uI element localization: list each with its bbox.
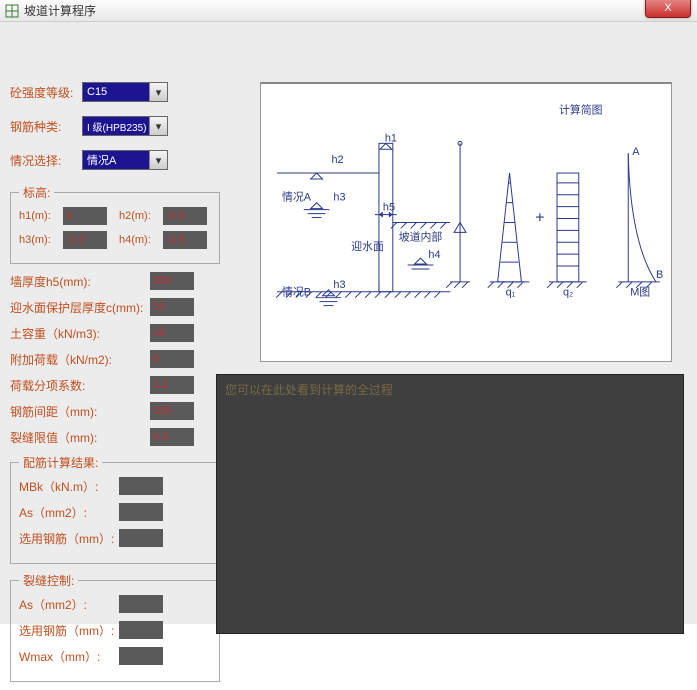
h4-label: h4(m): <box>119 234 159 246</box>
app-icon <box>4 3 20 19</box>
svg-text:迎水面: 迎水面 <box>351 240 384 253</box>
svg-text:h3: h3 <box>333 192 345 204</box>
calculation-diagram: 计算简图 h2 情况A h3 情况B h3 h1 <box>260 82 672 362</box>
addl-input[interactable]: 0 <box>150 350 194 368</box>
h1-label: h1(m): <box>19 210 59 222</box>
concrete-value: C15 <box>87 86 107 98</box>
factor-label: 荷载分项系数: <box>10 377 150 394</box>
diagram-title: 计算简图 <box>559 103 603 117</box>
h3-input[interactable]: -1.0 <box>63 231 107 249</box>
case-select[interactable]: 情况A ▾ <box>82 150 168 170</box>
svg-text:h2: h2 <box>331 154 343 166</box>
content-area: 砼强度等级: C15 ▾ 钢筋种类: I 级(HPB235) ▾ 情况选择: 情… <box>0 22 697 624</box>
crack-input[interactable]: 0.2 <box>150 428 194 446</box>
soil-label: 土容重（kN/m3): <box>10 325 150 342</box>
wall-thick-label: 墙厚度h5(mm): <box>10 273 150 290</box>
spacing-label: 钢筋间距（mm): <box>10 403 150 420</box>
h4-input[interactable]: -4.5 <box>163 231 207 249</box>
elevation-legend: 标高: <box>19 184 54 201</box>
svg-text:情况A: 情况A <box>282 191 312 204</box>
svg-text:M图: M图 <box>630 286 650 299</box>
mbk-output <box>119 477 163 495</box>
left-panel: 砼强度等级: C15 ▾ 钢筋种类: I 级(HPB235) ▾ 情况选择: 情… <box>10 82 220 690</box>
svg-text:h5: h5 <box>383 202 395 214</box>
svg-text:坡道内部: 坡道内部 <box>399 229 443 243</box>
wall-thick-input[interactable]: 350 <box>150 272 194 290</box>
crack-legend: 裂缝控制: <box>19 572 78 589</box>
h2-input[interactable]: -0.5 <box>163 207 207 225</box>
bar-output <box>119 529 163 547</box>
crack-as-output <box>119 595 163 613</box>
as-label: As（mm2）: <box>19 504 119 521</box>
case-value: 情况A <box>87 152 116 168</box>
close-button[interactable]: X <box>645 0 691 18</box>
as-output <box>119 503 163 521</box>
rebar-label: 钢筋种类: <box>10 118 82 135</box>
chevron-down-icon: ▾ <box>149 151 167 169</box>
svg-text:q₁: q₁ <box>506 287 516 299</box>
h1-input[interactable]: 0 <box>63 207 107 225</box>
crack-as-label: As（mm2）: <box>19 596 119 613</box>
wmax-label: Wmax（mm）: <box>19 648 119 665</box>
window-title: 坡道计算程序 <box>24 2 96 19</box>
crack-group: 裂缝控制: As（mm2）: 选用钢筋（mm）: Wmax（mm）: <box>10 572 220 682</box>
wmax-output <box>119 647 163 665</box>
concrete-select[interactable]: C15 ▾ <box>82 82 168 102</box>
results-group: 配筋计算结果: MBk（kN.m）: As（mm2）: 选用钢筋（mm）: <box>10 454 220 564</box>
cover-label: 迎水面保护层厚度c(mm): <box>10 299 150 316</box>
case-label: 情况选择: <box>10 152 82 169</box>
crack-label: 裂缝限值（mm): <box>10 429 150 446</box>
output-console[interactable]: 您可以在此处看到计算的全过程 <box>216 374 684 634</box>
svg-text:h3: h3 <box>333 279 345 291</box>
factor-input[interactable]: 1.2 <box>150 376 194 394</box>
close-icon: X <box>664 2 671 14</box>
svg-text:h4: h4 <box>428 249 440 261</box>
cover-input[interactable]: 50 <box>150 298 194 316</box>
chevron-down-icon: ▾ <box>149 117 167 135</box>
crack-bar-label: 选用钢筋（mm）: <box>19 622 119 639</box>
mbk-label: MBk（kN.m）: <box>19 478 119 495</box>
h2-label: h2(m): <box>119 210 159 222</box>
svg-text:h1: h1 <box>385 132 397 144</box>
concrete-label: 砼强度等级: <box>10 84 82 101</box>
addl-label: 附加荷载（kN/m2): <box>10 351 150 368</box>
bar-label: 选用钢筋（mm）: <box>19 530 119 547</box>
titlebar: 坡道计算程序 X <box>0 0 697 22</box>
output-text: 您可以在此处看到计算的全过程 <box>225 383 393 397</box>
spacing-input[interactable]: 100 <box>150 402 194 420</box>
h3-label: h3(m): <box>19 234 59 246</box>
results-legend: 配筋计算结果: <box>19 454 102 471</box>
svg-text:情况B: 情况B <box>282 286 311 299</box>
rebar-value: I 级(HPB235) <box>87 119 146 134</box>
svg-text:B: B <box>656 269 663 281</box>
soil-input[interactable]: 18 <box>150 324 194 342</box>
svg-text:q₂: q₂ <box>563 287 573 299</box>
rebar-select[interactable]: I 级(HPB235) ▾ <box>82 116 168 136</box>
svg-text:+: + <box>535 210 544 227</box>
elevation-group: 标高: h1(m): 0 h2(m): -0.5 h3(m): -1.0 h4(… <box>10 184 220 264</box>
chevron-down-icon: ▾ <box>149 83 167 101</box>
svg-text:A: A <box>632 146 640 158</box>
